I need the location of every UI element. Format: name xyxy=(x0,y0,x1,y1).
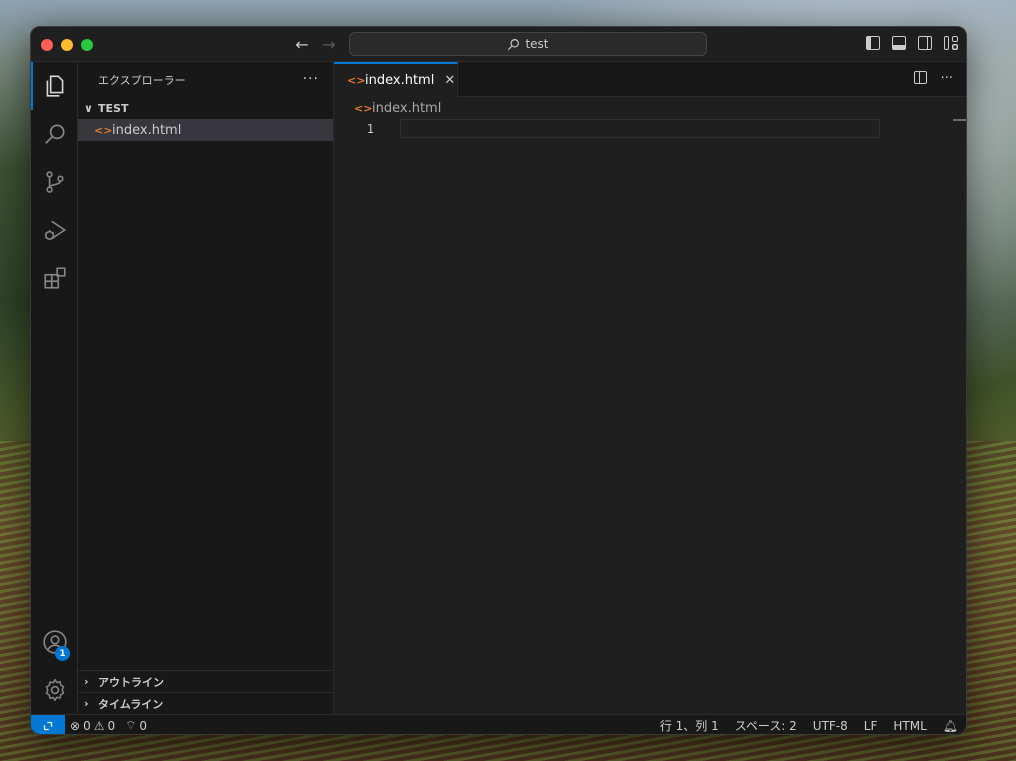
warning-icon: ⚠ xyxy=(93,718,105,733)
editor-area: <> index.html ✕ ··· <> index.html 1 xyxy=(334,62,966,714)
language-mode[interactable]: HTML xyxy=(885,719,934,733)
command-center-search[interactable]: test xyxy=(349,32,707,56)
editor-actions: ··· xyxy=(913,71,953,86)
search-icon xyxy=(508,38,520,50)
html-file-icon: <> xyxy=(94,123,113,137)
html-file-icon: <> xyxy=(354,101,373,115)
command-center-label: test xyxy=(525,37,549,51)
warning-count: 0 xyxy=(107,718,116,733)
toggle-panel-icon[interactable] xyxy=(892,36,906,50)
back-button[interactable]: ← xyxy=(292,35,312,54)
timeline-label: タイムライン xyxy=(98,697,164,711)
forward-button[interactable]: → xyxy=(319,35,339,54)
cursor-position[interactable]: 行 1、列 1 xyxy=(652,717,727,734)
breadcrumb-file[interactable]: index.html xyxy=(372,101,441,116)
source-control-button[interactable] xyxy=(31,158,78,206)
run-debug-icon xyxy=(44,220,66,241)
tab-index-html[interactable]: <> index.html ✕ xyxy=(334,62,458,97)
close-window-button[interactable] xyxy=(41,39,53,51)
extensions-icon xyxy=(43,267,66,289)
file-name: index.html xyxy=(112,122,182,138)
manage-button[interactable] xyxy=(31,666,78,714)
timeline-section-header[interactable]: › タイムライン xyxy=(78,692,333,714)
outline-label: アウトライン xyxy=(98,675,164,689)
encoding[interactable]: UTF-8 xyxy=(805,719,856,733)
indentation[interactable]: スペース: 2 xyxy=(727,717,805,734)
problems-button[interactable]: ⊗ 0 ⚠ 0 xyxy=(65,719,120,733)
explorer-button[interactable] xyxy=(31,62,78,110)
remote-icon xyxy=(43,721,53,730)
explorer-sidebar: エクスプローラー ··· ∨ TEST <> index.html › アウトラ… xyxy=(78,62,334,714)
broadcast-icon: ⌔ xyxy=(125,718,137,732)
toggle-secondary-sidebar-icon[interactable] xyxy=(918,36,932,50)
gear-icon xyxy=(45,678,64,702)
line-number: 1 xyxy=(366,121,374,136)
editor-tabs: <> index.html ✕ ··· xyxy=(334,62,966,97)
explorer-icon xyxy=(46,75,63,97)
status-bar: ⊗ 0 ⚠ 0 ⌔ 0 行 1、列 1 スペース: 2 UTF-8 LF HTM… xyxy=(31,714,966,734)
notifications-bell-icon[interactable]: 🔔︎ xyxy=(935,719,966,733)
html-file-icon: <> xyxy=(347,74,366,87)
error-icon: ⊗ xyxy=(70,718,81,733)
search-icon xyxy=(44,124,65,144)
accounts-button[interactable]: 1 xyxy=(31,618,78,666)
split-editor-icon[interactable] xyxy=(913,71,927,84)
search-button[interactable] xyxy=(31,110,78,158)
remote-indicator-button[interactable] xyxy=(31,714,65,734)
run-debug-button[interactable] xyxy=(31,206,78,254)
customize-layout-icon[interactable] xyxy=(944,36,958,50)
accounts-badge: 1 xyxy=(55,646,70,661)
chevron-down-icon: ∨ xyxy=(84,101,93,115)
source-control-icon xyxy=(45,171,64,193)
end-of-line[interactable]: LF xyxy=(856,719,886,733)
close-tab-icon[interactable]: ✕ xyxy=(444,73,455,88)
file-item-index-html[interactable]: <> index.html xyxy=(78,119,333,141)
activity-bar: 1 xyxy=(31,62,78,714)
breadcrumb: <> index.html xyxy=(334,97,966,119)
sidebar-title: エクスプローラー xyxy=(98,73,186,87)
folder-header-test[interactable]: ∨ TEST xyxy=(78,97,333,119)
current-line-highlight xyxy=(400,119,880,138)
editor-more-button[interactable]: ··· xyxy=(941,71,953,86)
ports-button[interactable]: ⌔ 0 xyxy=(120,718,152,733)
layout-controls xyxy=(866,36,958,50)
sidebar-more-button[interactable]: ··· xyxy=(303,71,319,87)
error-count: 0 xyxy=(83,718,91,733)
title-bar: ← → test xyxy=(31,27,966,62)
outline-section-header[interactable]: › アウトライン xyxy=(78,670,333,692)
extensions-button[interactable] xyxy=(31,254,78,302)
sidebar-header: エクスプローラー ··· xyxy=(78,62,333,97)
folder-name: TEST xyxy=(98,101,129,115)
toggle-primary-sidebar-icon[interactable] xyxy=(866,36,880,50)
chevron-right-icon: › xyxy=(84,697,89,710)
maximize-window-button[interactable] xyxy=(81,39,93,51)
minimize-window-button[interactable] xyxy=(61,39,73,51)
chevron-right-icon: › xyxy=(84,675,89,688)
vscode-window: ← → test 1 エクスプローラー ··· ∨ TEST <> index.… xyxy=(30,26,967,735)
ports-count: 0 xyxy=(139,718,148,733)
tab-label: index.html xyxy=(365,73,435,88)
scrollbar-cursor-marker xyxy=(953,119,966,121)
code-line[interactable]: 1 xyxy=(334,119,966,138)
status-bar-right: 行 1、列 1 スペース: 2 UTF-8 LF HTML 🔔︎ xyxy=(652,717,966,734)
